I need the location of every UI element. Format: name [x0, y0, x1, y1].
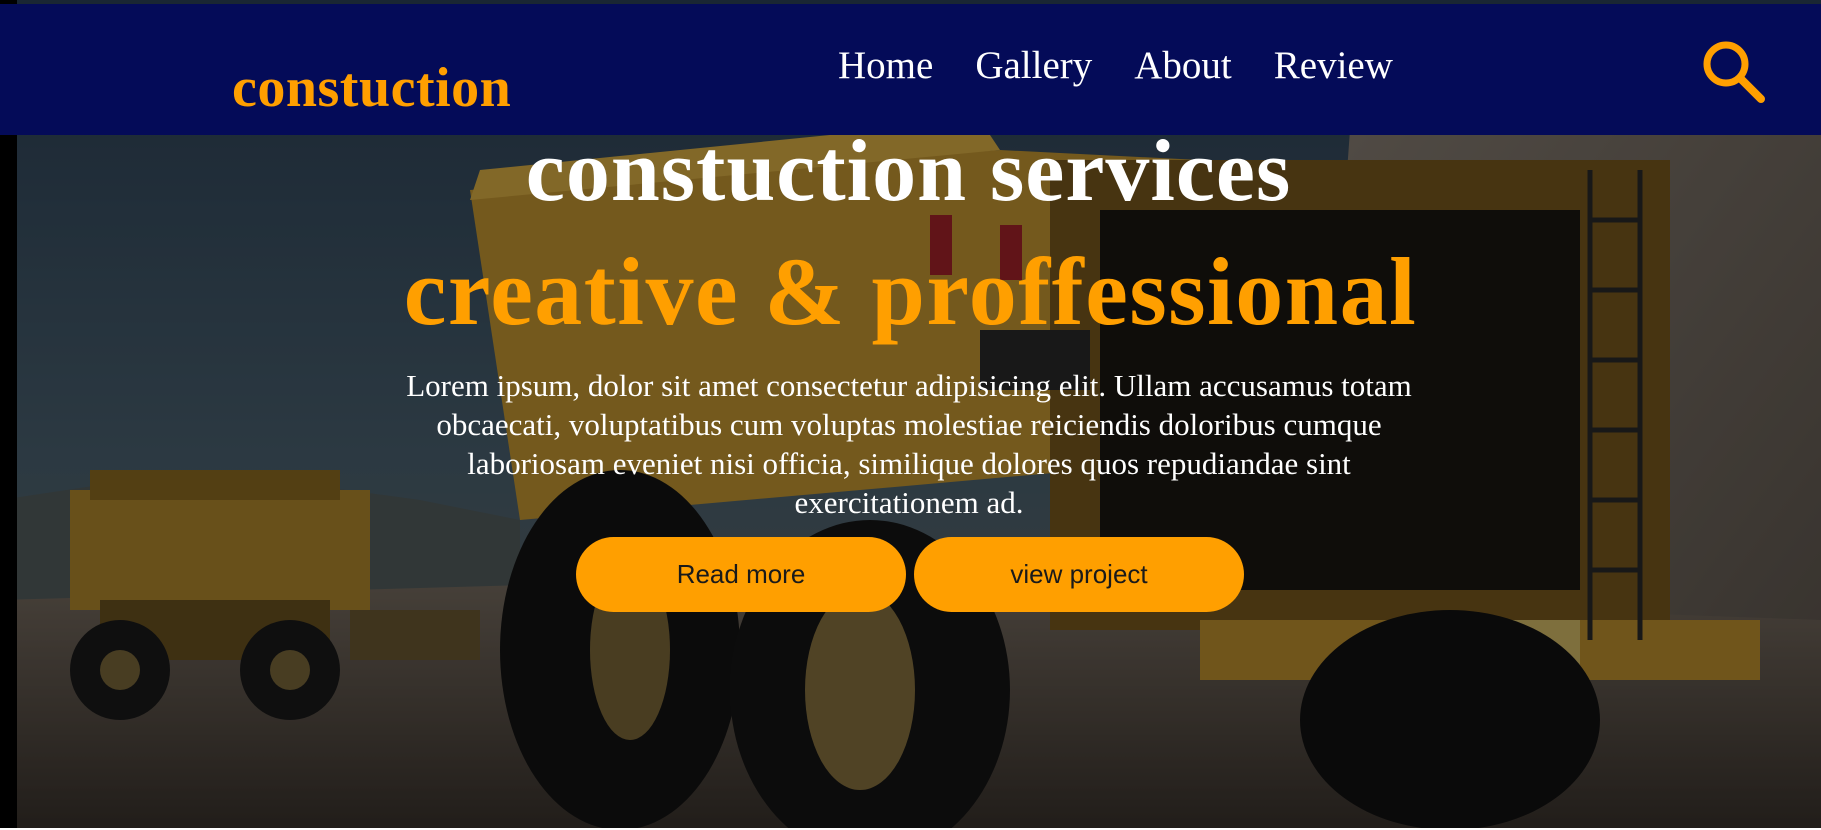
read-more-button[interactable]: Read more [576, 537, 906, 612]
nav-about[interactable]: About [1134, 46, 1232, 85]
nav-gallery[interactable]: Gallery [975, 46, 1092, 85]
nav-home[interactable]: Home [838, 46, 933, 85]
hero-title: constuction services [525, 123, 1292, 220]
hero-subtitle: creative & proffessional [403, 238, 1418, 345]
hero-buttons: Read more view project [576, 537, 1244, 612]
logo[interactable]: constuction [232, 60, 511, 116]
hero-description: Lorem ipsum, dolor sit amet consectetur … [406, 368, 1412, 520]
view-project-button[interactable]: view project [914, 537, 1244, 612]
navbar: constuction Home Gallery About Review [0, 4, 1821, 135]
search-icon[interactable] [1700, 38, 1766, 104]
main-nav: Home Gallery About Review [838, 46, 1393, 85]
nav-review[interactable]: Review [1274, 46, 1393, 85]
page: constuction services creative & proffess… [0, 0, 1821, 830]
